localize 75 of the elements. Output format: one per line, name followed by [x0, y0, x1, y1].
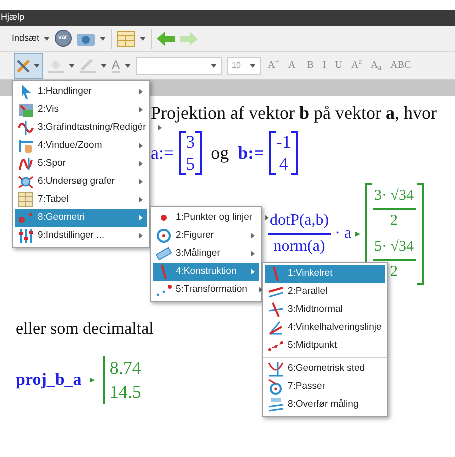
menu-item[interactable]: 2:Parallel: [265, 283, 385, 301]
multiply-text: · a: [335, 224, 352, 244]
menu-item[interactable]: 5:Spor: [15, 155, 147, 173]
caret-icon: [125, 64, 132, 68]
table-icon: [18, 192, 34, 208]
caret-icon: [101, 64, 107, 68]
caret-icon: [69, 64, 75, 68]
crossed-lines-icon: [268, 302, 284, 318]
fill-bucket-icon[interactable]: [48, 58, 64, 72]
compass-icon: [268, 379, 284, 395]
tools-button[interactable]: [14, 52, 43, 78]
fraction: dotP(a,b) norm(a): [268, 209, 332, 259]
caret-icon: [44, 36, 50, 40]
menu-item[interactable]: 1:Vinkelret: [265, 265, 385, 283]
camera-icon[interactable]: [76, 32, 95, 46]
menu-item[interactable]: 7:Passer: [265, 378, 385, 396]
locus-icon: [268, 361, 284, 377]
sliders-icon: [18, 228, 34, 244]
result-arrow: ▸: [90, 374, 95, 388]
caret-icon: [211, 64, 218, 68]
axes-hand-icon: [18, 138, 34, 154]
menu-item[interactable]: 4:Vinkelhalveringslinje: [265, 319, 385, 337]
menu-item[interactable]: 4:Vindue/Zoom: [15, 137, 147, 155]
matrix-entry: 3: [186, 131, 196, 153]
font-field[interactable]: [136, 56, 222, 74]
transfer-measure-icon: [268, 397, 284, 413]
menu-item[interactable]: 2:Vis: [15, 101, 147, 119]
menu-item[interactable]: 8:Overfør måling: [265, 396, 385, 414]
caret-icon: [140, 36, 146, 40]
menu-item[interactable]: 3:Midtnormal: [265, 301, 385, 319]
menu-item[interactable]: 6:Undersøg grafer: [15, 173, 147, 191]
circle-icon: [156, 228, 172, 244]
and-text: og: [211, 142, 230, 165]
points-icon: [156, 282, 172, 298]
caret-icon: [250, 64, 256, 68]
decimal-text: eller som decimaltal: [16, 319, 154, 338]
variable-name: proj_b_a: [16, 369, 82, 392]
matrix-entry: 5: [186, 153, 196, 175]
table-layout-icon[interactable]: [116, 30, 135, 46]
perpendicular-lines-icon: [268, 266, 284, 282]
forward-arrow-icon[interactable]: [180, 32, 198, 46]
menu-item[interactable]: 4:Konstruktion: [153, 263, 259, 281]
result-arrow: ▸: [356, 228, 361, 242]
back-arrow-icon[interactable]: [156, 32, 175, 46]
pen-icon[interactable]: [80, 58, 96, 72]
caret-icon: [34, 64, 40, 68]
caret-icon: [100, 36, 106, 40]
menu-item[interactable]: 6:Geometrisk sted: [265, 360, 385, 378]
menu-item[interactable]: 3:Grafindtastning/Redigér: [15, 119, 147, 137]
menu-item[interactable]: 5:Midtpunkt: [265, 337, 385, 355]
menu-item[interactable]: 9:Indstillinger ...: [15, 227, 147, 245]
menu-item[interactable]: 2:Figurer: [153, 227, 259, 245]
sine-curve-icon: [18, 120, 34, 136]
window-title: Hjælp: [1, 11, 25, 24]
result-fraction: 3· √34 2: [372, 185, 416, 232]
definition-label: a:=: [151, 142, 174, 164]
menu-item[interactable]: 8:Geometri: [15, 209, 147, 227]
tools-icon: [17, 58, 31, 72]
heading-text: Projektion af vektor b på vektor a, hvor: [151, 103, 437, 123]
menu-item[interactable]: 1:Handlinger: [15, 83, 147, 101]
matrix-entry: 4: [279, 153, 288, 175]
trace-curve-icon: [18, 156, 34, 172]
matrix-entry: -1: [276, 131, 292, 153]
insert-menu-button[interactable]: Indsæt: [12, 32, 50, 46]
parallel-lines-icon: [268, 284, 284, 300]
menu-item[interactable]: 5:Transformation: [153, 281, 259, 299]
graph-magnifier-icon: [18, 174, 34, 190]
perpendicular-lines-icon: [156, 264, 172, 280]
angle-icon: [268, 320, 284, 336]
menu-item[interactable]: 3:Målinger: [153, 245, 259, 263]
menu-item[interactable]: 7:Tabel: [15, 191, 147, 209]
window-chart-icon: [18, 102, 34, 118]
definition-label: b:=: [238, 142, 264, 164]
decimal-matrix: 8.74 14.5: [102, 356, 142, 404]
menu-item[interactable]: 1:Punkter og linjer: [153, 209, 259, 227]
